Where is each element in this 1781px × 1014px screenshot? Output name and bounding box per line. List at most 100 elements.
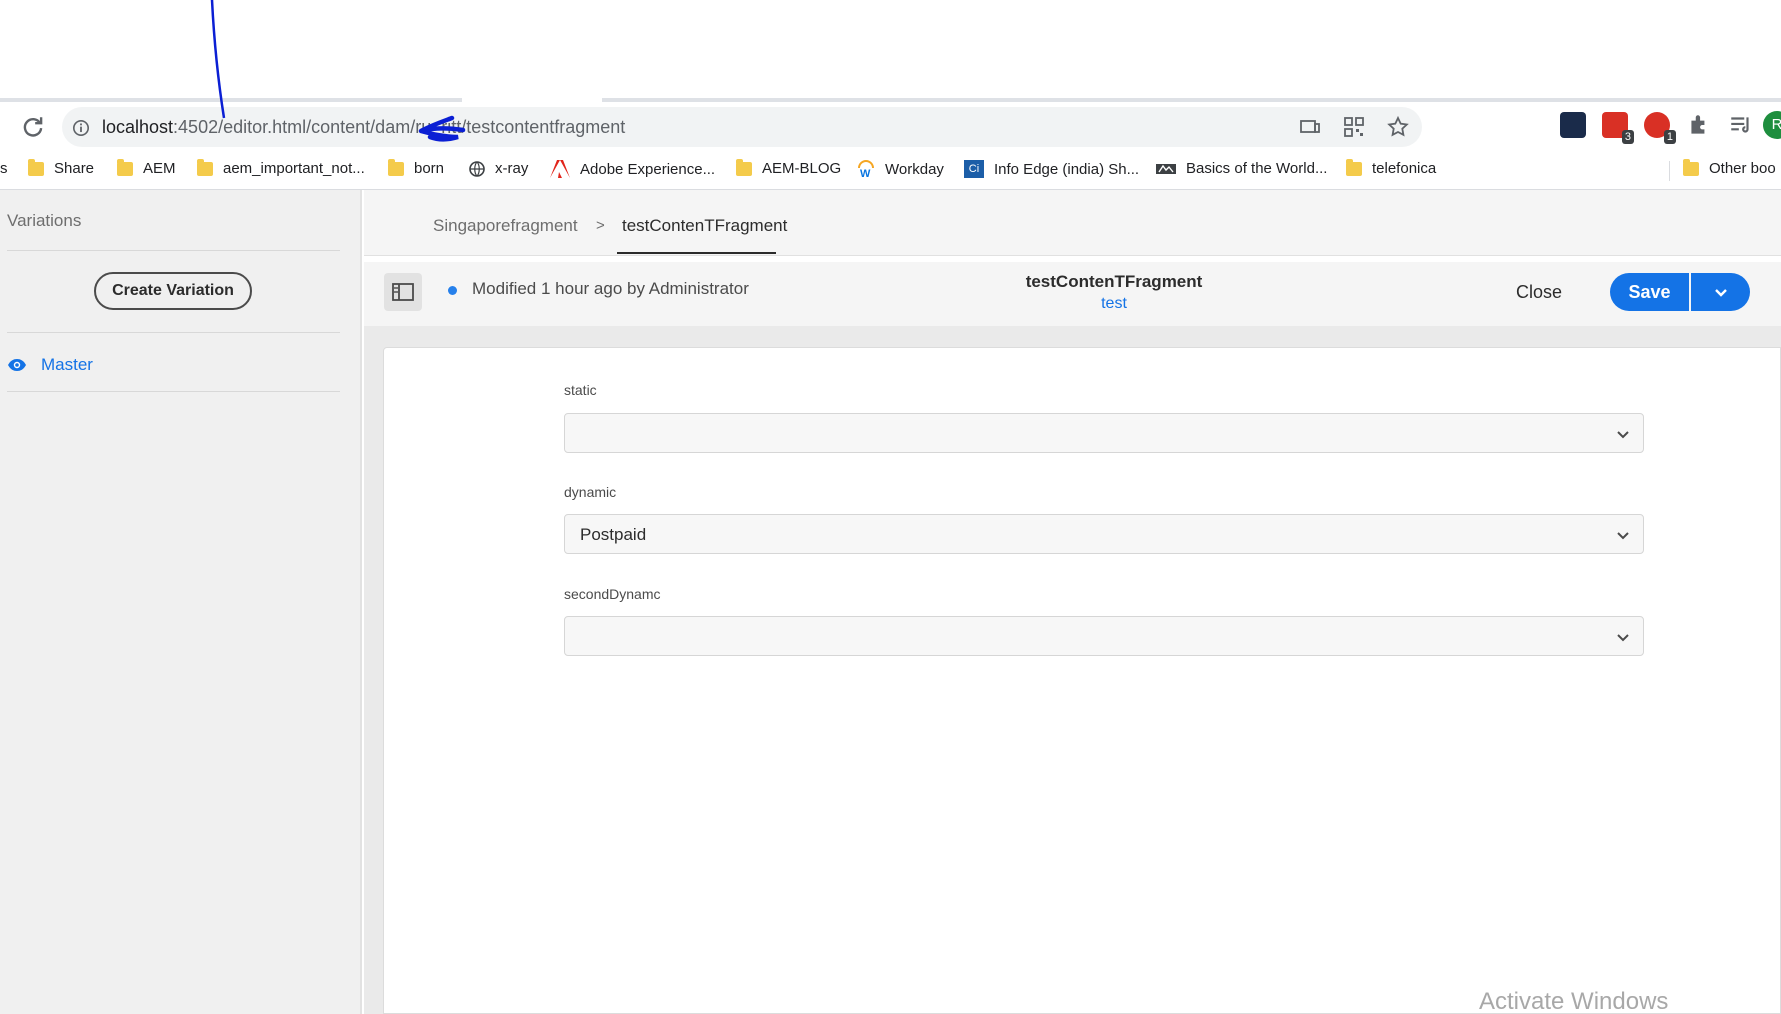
chevron-down-icon <box>1617 634 1629 642</box>
bookmark-other[interactable]: Other boo <box>1683 158 1776 177</box>
bookmark-share[interactable]: Share <box>28 158 95 177</box>
url-scribbled-segment: ru_ritt <box>415 117 462 137</box>
extension-badge: 1 <box>1663 130 1676 144</box>
bookmark-label: s <box>0 160 8 177</box>
fragment-form: static dynamic Postpaid secondDynamc <box>383 347 1781 1014</box>
bookmark-label: x-ray <box>495 160 529 177</box>
bookmark-telefonica[interactable]: telefonica <box>1346 158 1437 177</box>
breadcrumb-current[interactable]: testContenTFragment <box>622 216 787 236</box>
rail-title: Variations <box>7 211 82 230</box>
eye-icon <box>8 359 26 371</box>
folder-icon <box>1346 158 1362 176</box>
modified-status: Modified 1 hour ago by Administrator <box>472 279 749 298</box>
save-button[interactable]: Save <box>1610 273 1689 311</box>
bookmark-label: aem_important_not... <box>223 160 365 177</box>
divider <box>7 332 340 333</box>
bookmark-workday[interactable]: W Workday <box>857 160 944 178</box>
chevron-right-icon: > <box>596 217 605 234</box>
field-label-static: static <box>564 382 597 398</box>
extension-shield-icon[interactable] <box>1560 112 1586 138</box>
info-icon[interactable] <box>72 119 90 137</box>
activate-windows-watermark: Activate Windows <box>1479 988 1669 1014</box>
screenshot-page: localhost:4502/editor.html/content/dam/r… <box>0 0 1781 1014</box>
bookmark-label: Workday <box>885 160 944 178</box>
folder-icon <box>388 158 404 176</box>
static-dropdown[interactable] <box>564 413 1644 453</box>
bookmark-born[interactable]: born <box>388 158 445 177</box>
address-bar[interactable]: localhost:4502/editor.html/content/dam/r… <box>62 107 1422 147</box>
site-logo-icon <box>1156 163 1176 174</box>
bookmark-label: AEM-BLOG <box>762 160 842 177</box>
bookmark-adobe-experience[interactable]: Adobe Experience... <box>550 160 715 178</box>
svg-text:W: W <box>860 168 871 178</box>
field-label-second-dynamic: secondDynamc <box>564 586 661 602</box>
extensions-puzzle-icon[interactable] <box>1686 112 1712 138</box>
chevron-down-icon <box>1617 532 1629 540</box>
bookmark-basics-of-world[interactable]: Basics of the World... <box>1156 160 1327 177</box>
globe-icon <box>469 160 485 177</box>
side-panel-icon <box>392 283 414 301</box>
bookmark-label: telefonica <box>1372 160 1437 177</box>
editor-header: Modified 1 hour ago by Administrator tes… <box>364 262 1781 326</box>
url-tail: /testcontentfragment <box>461 117 626 137</box>
bookmarks-bar: s Share AEM aem_important_not... born x-… <box>0 152 1781 190</box>
bookmark-xray[interactable]: x-ray <box>469 160 528 177</box>
field-label-dynamic: dynamic <box>564 484 617 500</box>
breadcrumb: Singaporefragment > testContenTFragment <box>364 190 1781 256</box>
reload-icon[interactable] <box>20 114 46 140</box>
folder-icon <box>1683 158 1699 176</box>
chevron-down-icon <box>1617 431 1629 439</box>
top-blank-area <box>0 0 1781 98</box>
bookmark-label: Other boo <box>1709 160 1776 177</box>
divider <box>7 250 340 251</box>
folder-icon <box>197 158 213 176</box>
extension-badge: 3 <box>1621 130 1634 144</box>
profile-avatar[interactable]: R <box>1763 111 1781 139</box>
bookmark-label: AEM <box>143 160 176 177</box>
fragment-model-link[interactable]: test <box>1024 295 1204 313</box>
folder-icon <box>117 158 133 176</box>
bookmark-info-edge[interactable]: Ci Info Edge (india) Sh... <box>964 160 1139 178</box>
breadcrumb-current-underline <box>617 252 776 254</box>
bookmark-aem-important[interactable]: aem_important_not... <box>197 158 365 177</box>
bookmark-aem-blog[interactable]: AEM-BLOG <box>736 158 842 177</box>
variations-rail: Variations Create Variation Master <box>0 190 362 1014</box>
status-indicator <box>448 286 457 295</box>
bookmark-label: Basics of the World... <box>1186 160 1328 177</box>
browser-toolbar: localhost:4502/editor.html/content/dam/r… <box>0 102 1781 152</box>
bookmarks-separator <box>1669 161 1670 181</box>
bookmark-label: Adobe Experience... <box>580 160 716 178</box>
url-path: :4502/editor.html/content/dam/ <box>173 117 416 137</box>
create-variation-button[interactable]: Create Variation <box>94 272 252 310</box>
folder-icon <box>736 158 752 176</box>
qr-code-icon[interactable] <box>1342 115 1366 139</box>
adobe-logo-icon <box>550 160 570 178</box>
variation-item-master[interactable]: Master <box>7 355 93 375</box>
dynamic-dropdown[interactable]: Postpaid <box>564 514 1644 554</box>
save-options-button[interactable] <box>1691 273 1750 311</box>
cast-icon[interactable] <box>1298 115 1322 139</box>
reading-list-icon[interactable] <box>1728 112 1754 138</box>
toggle-side-panel-button[interactable] <box>384 273 422 311</box>
extension-grid-icon[interactable]: 3 <box>1602 112 1634 144</box>
chevron-down-icon <box>1714 289 1727 297</box>
dropdown-value: Postpaid <box>580 525 647 544</box>
url-host: localhost <box>102 117 174 137</box>
workday-logo-icon: W <box>858 160 874 178</box>
breadcrumb-parent-link[interactable]: Singaporefragment <box>433 216 578 236</box>
bookmark-aem[interactable]: AEM <box>117 158 176 177</box>
close-button[interactable]: Close <box>1516 282 1562 303</box>
bookmark-star-icon[interactable] <box>1386 115 1410 139</box>
info-edge-logo-icon: Ci <box>964 160 984 178</box>
divider <box>7 391 340 392</box>
extension-adblock-icon[interactable]: 1 <box>1644 112 1676 144</box>
bookmark-partial[interactable]: s <box>0 160 8 177</box>
bookmark-label: Share <box>54 160 95 177</box>
url-text[interactable]: localhost:4502/editor.html/content/dam/r… <box>102 117 625 138</box>
variation-label: Master <box>41 355 93 374</box>
bookmark-label: born <box>414 160 445 177</box>
bookmark-label: Info Edge (india) Sh... <box>994 160 1140 178</box>
second-dynamic-dropdown[interactable] <box>564 616 1644 656</box>
folder-icon <box>28 158 44 176</box>
fragment-title: testContenTFragment <box>1025 272 1203 291</box>
